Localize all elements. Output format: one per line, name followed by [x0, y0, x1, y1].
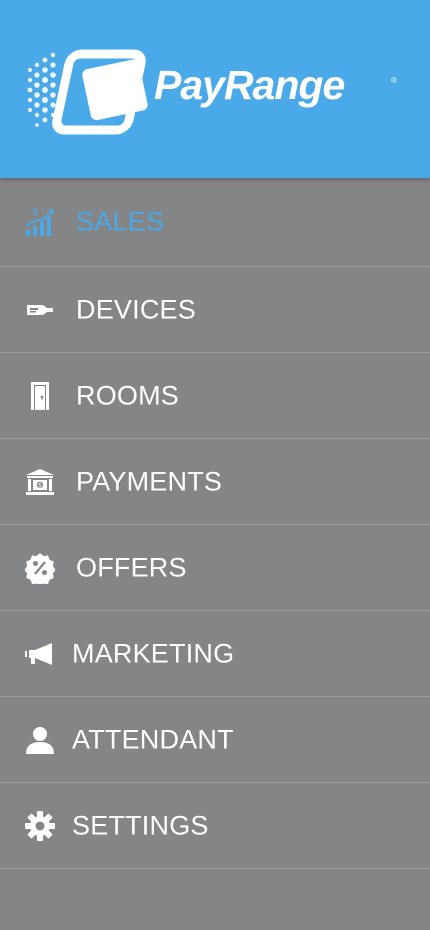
menu-item-attendant[interactable]: ATTENDANT [0, 697, 430, 783]
user-icon [24, 724, 56, 756]
menu-label-rooms: ROOMS [76, 380, 180, 410]
menu-label-offers: OFFERS [76, 552, 187, 582]
header: PayRange ® [0, 0, 430, 178]
menu-item-rooms[interactable]: ROOMS [0, 353, 430, 439]
svg-text:$: $ [33, 207, 38, 217]
menu-label-marketing: MARKETING [72, 638, 235, 668]
menu-item-settings[interactable]: SETTINGS [0, 783, 430, 869]
payrange-logo-mark [27, 49, 148, 135]
menu-item-devices[interactable]: DEVICES [0, 267, 430, 353]
menu-label-payments: PAYMENTS [76, 466, 223, 496]
side-menu: $ SALES DEVICES ROOMS $ PAYMENTS OFFERS … [0, 178, 430, 869]
menu-label-devices: DEVICES [76, 294, 196, 324]
app-window: PayRange ® $ SALES DEVICES ROOMS $ PAYME… [0, 0, 430, 930]
megaphone-icon [24, 638, 56, 670]
bank-icon: $ [24, 466, 56, 498]
sales-chart-icon: $ [24, 206, 56, 238]
menu-label-settings: SETTINGS [72, 810, 209, 840]
gear-icon [24, 810, 56, 842]
registered-mark: ® [391, 76, 397, 85]
menu-label-attendant: ATTENDANT [72, 724, 234, 754]
payrange-logo[interactable]: PayRange ® [24, 40, 404, 140]
percent-badge-icon [24, 552, 56, 584]
door-icon [24, 380, 56, 412]
menu-item-marketing[interactable]: MARKETING [0, 611, 430, 697]
device-icon [24, 294, 56, 326]
menu-item-payments[interactable]: $ PAYMENTS [0, 439, 430, 525]
menu-item-sales[interactable]: $ SALES [0, 178, 430, 267]
brand-name: PayRange [154, 62, 345, 108]
menu-label-sales: SALES [76, 206, 165, 237]
menu-item-offers[interactable]: OFFERS [0, 525, 430, 611]
